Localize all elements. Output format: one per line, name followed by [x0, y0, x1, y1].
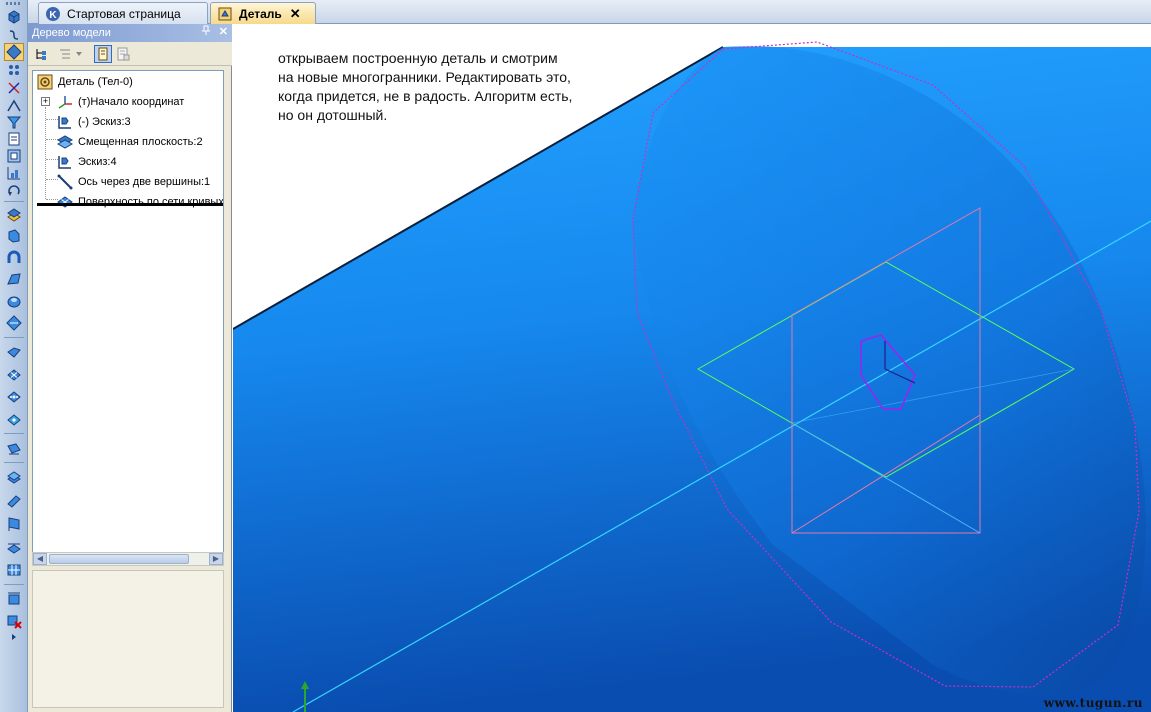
pin-icon[interactable]	[201, 25, 211, 38]
axis-icon	[57, 174, 73, 190]
part-document-icon	[218, 7, 232, 20]
grid-surface-tool-icon[interactable]	[4, 388, 24, 406]
watermark: www.tugun.ru	[1043, 696, 1143, 710]
curve-tool-icon[interactable]	[4, 26, 24, 44]
tree-page-view-icon[interactable]	[94, 45, 112, 63]
points-tool-icon[interactable]	[4, 61, 24, 79]
origin-axes-icon	[58, 96, 72, 109]
annotation-line: когда придется, не в радость. Алгоритм е…	[278, 88, 573, 104]
toolbar-divider	[4, 201, 24, 202]
model-tree-titlebar: Дерево модели ✕	[28, 24, 232, 42]
chart-tool-icon[interactable]	[4, 164, 24, 182]
chevron-down-icon[interactable]	[74, 45, 84, 63]
tree-item-mesh-surface[interactable]: Поверхность по сети кривых	[57, 193, 224, 211]
annotation-line: на новые многогранники. Редактировать эт…	[278, 69, 571, 85]
tree-structure-icon[interactable]	[32, 45, 50, 63]
tree-item-label: Деталь (Тел-0)	[58, 76, 133, 88]
sweep-tool-icon[interactable]	[4, 248, 24, 266]
scroll-thumb[interactable]	[49, 554, 189, 564]
tab-close-icon[interactable]: ✕	[290, 6, 301, 22]
annotation-text: открываем построенную деталь и смотрим н…	[278, 49, 638, 125]
tree-connector	[45, 107, 46, 199]
sketch-icon	[58, 116, 71, 129]
tree-properties-area	[32, 570, 224, 708]
left-vertical-toolbar	[0, 0, 28, 712]
tree-item-part[interactable]: Деталь (Тел-0)	[37, 73, 133, 91]
tree-item-label: (т)Начало координат	[78, 96, 185, 108]
offset-plane-tool-icon[interactable]	[4, 492, 24, 510]
toolbar-divider	[4, 337, 24, 338]
tab-start-label: Стартовая страница	[67, 6, 181, 21]
tree-item-sketch-4[interactable]: Эскиз:4	[57, 153, 117, 171]
tree-item-label: Эскиз:4	[78, 156, 117, 168]
patch-surface-tool-icon[interactable]	[4, 411, 24, 429]
flag-tool-icon[interactable]	[4, 515, 24, 533]
tree-item-axis[interactable]: Ось через две вершины:1	[57, 173, 210, 191]
tree-item-label: Ось через две вершины:1	[78, 176, 211, 188]
close-panel-icon[interactable]: ✕	[219, 25, 228, 38]
more-tools-icon[interactable]	[4, 632, 24, 642]
part-icon	[37, 74, 53, 90]
cut-tool-icon[interactable]	[4, 440, 24, 458]
mesh-surface-icon	[57, 196, 73, 208]
rotate-tool-icon[interactable]	[4, 181, 24, 199]
pattern-tool-icon[interactable]	[4, 314, 24, 332]
model-tree-area: + Деталь (Тел-0) (т)Начало координат (-)…	[32, 70, 224, 564]
toolbar-divider	[4, 433, 24, 434]
scroll-right-arrow-icon[interactable]: ▶	[209, 553, 223, 565]
shell-tool-icon[interactable]	[4, 292, 24, 310]
tree-item-label: Смещенная плоскость:2	[78, 136, 203, 148]
document-tab-bar: K Стартовая страница Деталь ✕	[28, 0, 1151, 24]
grid-mesh-tool-icon[interactable]	[4, 561, 24, 579]
model-tree-toolbar	[28, 42, 232, 66]
extrude-tool-icon[interactable]	[4, 206, 24, 224]
surface-tool-icon[interactable]	[4, 343, 24, 361]
split-tool-icon[interactable]	[4, 538, 24, 556]
tab-detail-label: Деталь	[239, 6, 282, 21]
tree-item-origin[interactable]: (т)Начало координат	[57, 93, 184, 111]
offset-plane-icon	[57, 135, 73, 149]
model-viewport[interactable]: открываем построенную деталь и смотрим н…	[233, 25, 1151, 712]
model-tree-panel: Дерево модели ✕ + Деталь (Тел-0) (т)Нача…	[28, 24, 232, 712]
document-tool-icon[interactable]	[4, 130, 24, 148]
filter-tool-icon[interactable]	[4, 113, 24, 131]
axes-tool-icon[interactable]	[4, 79, 24, 97]
annotation-line: но он дотошный.	[278, 107, 388, 123]
model-tree-title: Дерево модели	[32, 27, 111, 39]
kompas-logo-icon: K	[46, 6, 60, 21]
tree-drop-marker	[37, 203, 223, 206]
tree-item-label: Поверхность по сети кривых	[78, 196, 224, 208]
toolbar-divider	[4, 584, 24, 585]
toolbar-grip[interactable]	[6, 2, 22, 5]
edit-tool-icon[interactable]	[4, 43, 24, 61]
tab-start-page[interactable]: K Стартовая страница	[38, 2, 208, 24]
scroll-left-arrow-icon[interactable]: ◀	[33, 553, 47, 565]
tree-item-label: (-) Эскиз:3	[78, 116, 131, 128]
tree-horizontal-scrollbar[interactable]: ◀ ▶	[32, 552, 224, 566]
tree-item-sketch-3[interactable]: (-) Эскиз:3	[57, 113, 131, 131]
toolbar-divider	[4, 462, 24, 463]
revolve-tool-icon[interactable]	[4, 227, 24, 245]
tab-detail[interactable]: Деталь ✕	[210, 2, 316, 24]
tree-item-offset-plane[interactable]: Смещенная плоскость:2	[57, 133, 203, 151]
tree-properties-icon[interactable]	[114, 45, 132, 63]
viewport-canvas	[233, 41, 1151, 712]
loft-tool-icon[interactable]	[4, 270, 24, 288]
frame-tool-icon[interactable]	[4, 147, 24, 165]
measure-tool-icon[interactable]	[4, 590, 24, 608]
cube-tool-icon[interactable]	[4, 8, 24, 26]
annotation-line: открываем построенную деталь и смотрим	[278, 50, 558, 66]
mesh-surface-tool-icon[interactable]	[4, 366, 24, 384]
delete-tool-icon[interactable]	[4, 612, 24, 630]
tree-list-view-icon[interactable]	[56, 45, 74, 63]
tree-expand-toggle[interactable]: +	[41, 97, 50, 106]
svg-text:K: K	[49, 10, 57, 21]
sketch-icon	[58, 156, 71, 169]
plane-tool-icon[interactable]	[4, 469, 24, 487]
